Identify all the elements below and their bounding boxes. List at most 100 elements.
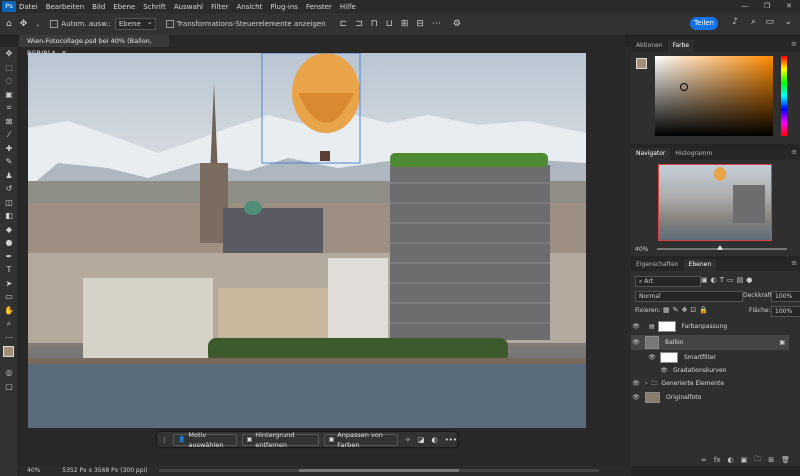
stamp-tool-icon[interactable]: ♟	[0, 169, 18, 183]
eye-icon[interactable]: 👁	[631, 323, 641, 330]
eyedropper-tool-icon[interactable]: ⁄	[0, 128, 18, 142]
layer-originalfoto[interactable]: 👁 Originalfoto	[631, 391, 789, 404]
menu-schrift[interactable]: Schrift	[143, 3, 166, 11]
filter-mask-thumbnail[interactable]	[660, 352, 678, 363]
workspace-icon[interactable]: ▭	[765, 17, 774, 30]
panel-menu-icon[interactable]: ≡	[791, 40, 797, 48]
panel-menu-icon[interactable]: ≡	[791, 148, 797, 156]
auto-select-checkbox[interactable]	[50, 20, 59, 28]
menu-datei[interactable]: Datei	[19, 3, 38, 11]
lasso-tool-icon[interactable]: ◌	[0, 74, 18, 88]
chevron-down-icon[interactable]: ⌄	[35, 21, 40, 28]
hand-tool-icon[interactable]: ✋	[0, 304, 18, 318]
trash-icon[interactable]: 🗑	[781, 456, 790, 464]
menu-ebene[interactable]: Ebene	[113, 3, 135, 11]
adjustment-layer-icon[interactable]: ◐	[728, 456, 734, 464]
zoom-tool-icon[interactable]: ⌕	[0, 317, 18, 331]
align-left-icon[interactable]: ⊏	[340, 19, 348, 29]
align-right-icon[interactable]: ⊓	[371, 19, 378, 29]
bell-icon[interactable]: ♪	[732, 17, 738, 30]
document-tab[interactable]: Wien-Fotocollage.psd bei 40% (Ballon, RG…	[19, 35, 169, 57]
remove-background-button[interactable]: ▣ Hintergrund entfernen	[241, 431, 319, 449]
maximize-button[interactable]: ❐	[756, 0, 778, 13]
menu-auswahl[interactable]: Auswahl	[174, 3, 203, 11]
horizontal-scrollbar[interactable]	[159, 469, 599, 472]
navigator-preview[interactable]	[658, 164, 772, 241]
sparkle-icon[interactable]: ✧	[405, 436, 411, 444]
layer-smartfilter[interactable]: 👁 Smartfilter	[631, 351, 789, 364]
menu-filter[interactable]: Filter	[211, 3, 228, 11]
gradient-tool-icon[interactable]: ◧	[0, 209, 18, 223]
menu-bearbeiten[interactable]: Bearbeiten	[46, 3, 84, 11]
tab-aktionen[interactable]: Aktionen	[631, 40, 668, 52]
align-top-icon[interactable]: ⊔	[386, 19, 393, 29]
layer-filter-dropdown[interactable]: ⌕ Art	[635, 276, 701, 287]
align-center-icon[interactable]: ⊐	[355, 19, 363, 29]
image-canvas[interactable]	[28, 53, 586, 428]
menu-ansicht[interactable]: Ansicht	[236, 3, 262, 11]
tab-eigenschaften[interactable]: Eigenschaften	[631, 259, 684, 271]
hue-slider[interactable]	[781, 56, 787, 136]
dodge-tool-icon[interactable]: ●	[0, 236, 18, 250]
align-bottom-icon[interactable]: ⊟	[416, 19, 424, 29]
tab-histogramm[interactable]: Histogramm	[670, 148, 717, 160]
navigator-zoom[interactable]: 40%	[635, 246, 648, 253]
path-select-tool-icon[interactable]: ➤	[0, 277, 18, 291]
menu-bild[interactable]: Bild	[92, 3, 105, 11]
new-group-icon[interactable]: 🗀	[754, 455, 761, 466]
frame-tool-icon[interactable]: ⊠	[0, 115, 18, 129]
fill-input[interactable]: 100%	[771, 306, 800, 317]
link-layers-icon[interactable]: ∞	[701, 456, 707, 464]
shape-tool-icon[interactable]: ▭	[0, 290, 18, 304]
eye-icon[interactable]: 👁	[631, 394, 641, 401]
layer-mask-thumbnail[interactable]	[657, 321, 676, 332]
pen-tool-icon[interactable]: ✒	[0, 250, 18, 264]
more-options-button[interactable]: •••	[445, 436, 457, 444]
fx-icon[interactable]: fx	[714, 456, 721, 464]
layer-thumbnail[interactable]	[645, 392, 660, 403]
adjust-colors-button[interactable]: ▣ Anpassen von Farben	[323, 431, 398, 449]
eye-icon[interactable]: 👁	[631, 380, 641, 387]
blend-mode-dropdown[interactable]: Normal	[635, 291, 743, 302]
lock-icons[interactable]: ▦✎✥⊡🔒	[663, 306, 711, 314]
auto-select-dropdown[interactable]: Ebene	[114, 17, 156, 30]
marquee-tool-icon[interactable]: ⬚	[0, 61, 18, 75]
blur-tool-icon[interactable]: ◆	[0, 223, 18, 237]
layer-farbanpassung[interactable]: 👁 ▤ Farbanpassung	[631, 320, 789, 333]
eye-icon[interactable]: 👁	[647, 354, 657, 361]
screen-mode-icon[interactable]: ▢	[0, 380, 18, 394]
navigator-zoom-slider[interactable]	[657, 245, 787, 250]
foreground-color-swatch[interactable]	[3, 346, 14, 357]
crop-tool-icon[interactable]: ⌗	[0, 101, 18, 115]
transform-controls-checkbox[interactable]	[165, 20, 174, 28]
mask-icon[interactable]: ◪	[418, 436, 425, 444]
tab-navigator[interactable]: Navigator	[631, 148, 671, 160]
layer-generierte-elemente[interactable]: 👁 › 🗀 Generierte Elemente	[631, 377, 789, 390]
history-brush-icon[interactable]: ↺	[0, 182, 18, 196]
gear-icon[interactable]: ⚙	[453, 19, 461, 29]
type-tool-icon[interactable]: T	[0, 263, 18, 277]
eye-icon[interactable]: 👁	[631, 339, 641, 346]
home-icon[interactable]: ⌂	[6, 19, 12, 29]
move-tool-icon[interactable]: ✥	[20, 19, 28, 29]
drag-handle-icon[interactable]: ⋮	[161, 436, 168, 444]
more-tools-icon[interactable]: ⋯	[0, 331, 18, 345]
layer-ballon[interactable]: 👁 Ballon ▣	[631, 335, 789, 350]
opacity-input[interactable]: 100%	[771, 291, 800, 302]
eye-icon[interactable]: 👁	[659, 367, 669, 374]
color-picker-field[interactable]	[655, 56, 773, 136]
search-icon[interactable]: ⌕	[751, 17, 756, 30]
tab-ebenen[interactable]: Ebenen	[683, 259, 717, 271]
chevron-down-icon[interactable]: ⌄	[784, 17, 792, 30]
color-swatches[interactable]	[0, 344, 18, 366]
chevron-right-icon[interactable]: ›	[645, 380, 647, 387]
new-layer-icon[interactable]: ⊞	[768, 456, 774, 464]
more-options-icon[interactable]: ⋯	[432, 19, 441, 29]
zoom-level[interactable]: 40%	[27, 467, 40, 474]
layer-filter-icons[interactable]: ▣◐T▭▤●	[701, 276, 755, 284]
adjustment-icon[interactable]: ◐	[432, 436, 438, 444]
menu-hilfe[interactable]: Hilfe	[340, 3, 356, 11]
select-subject-button[interactable]: 👤 Motiv auswählen	[173, 431, 237, 449]
foreground-color-swatch[interactable]	[636, 58, 647, 69]
panel-menu-icon[interactable]: ≡	[791, 259, 797, 267]
